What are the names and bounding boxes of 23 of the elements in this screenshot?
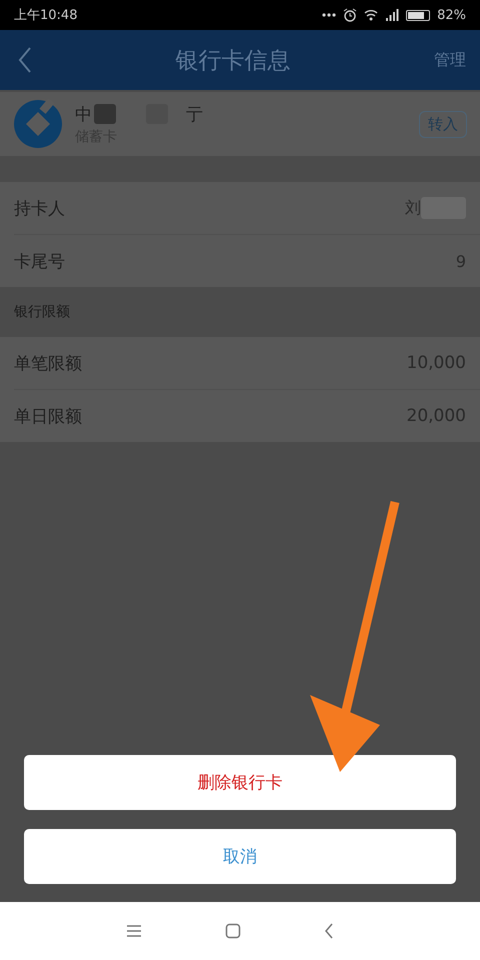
delete-card-button[interactable]: 删除银行卡 xyxy=(24,755,456,810)
bank-logo-icon xyxy=(13,99,63,149)
back-button[interactable] xyxy=(18,47,32,73)
dots-icon xyxy=(322,13,336,17)
signal-icon xyxy=(385,9,400,21)
wifi-icon xyxy=(364,9,378,21)
bank-name: 亍 xyxy=(186,104,203,126)
row-label: 卡尾号 xyxy=(14,250,65,272)
battery-icon xyxy=(406,10,430,20)
blurred-text xyxy=(94,104,116,124)
menu-button[interactable] xyxy=(126,924,142,938)
page-title: 银行卡信息 xyxy=(176,46,290,76)
row-label: 单日限额 xyxy=(14,406,82,428)
cancel-button[interactable]: 取消 xyxy=(24,829,456,884)
status-time: 上午10:48 xyxy=(14,7,78,24)
manage-button[interactable]: 管理 xyxy=(434,50,466,70)
alarm-icon xyxy=(343,8,358,22)
row-label: 单笔限额 xyxy=(14,352,82,374)
battery-percent: 82% xyxy=(437,8,466,22)
bank-name: 中 xyxy=(75,104,92,126)
home-button[interactable] xyxy=(225,923,241,939)
row-label: 持卡人 xyxy=(14,198,65,220)
back-button[interactable] xyxy=(324,923,334,939)
